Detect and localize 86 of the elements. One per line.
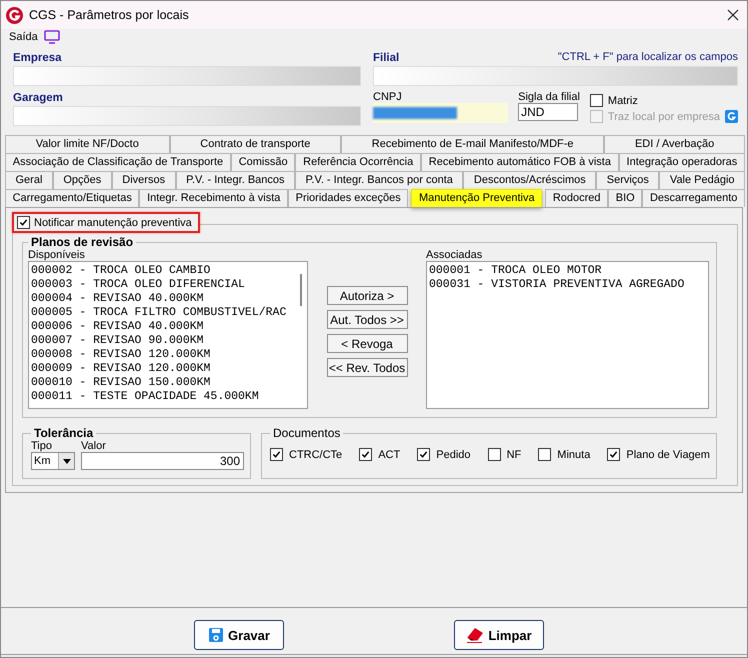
tab[interactable]: Serviços (596, 171, 660, 189)
list-item[interactable]: 000006 - REVISAO 40.000KM (31, 320, 293, 334)
tab[interactable]: Integração operadoras (618, 153, 746, 171)
list-item[interactable]: 000007 - REVISAO 90.000KM (31, 334, 293, 348)
field-label: Empresa (13, 51, 63, 66)
list-box[interactable]: 000001 - TROCA OLEO MOTOR 000031 - VISTORIA PREVENTIVA AGREGADO (426, 261, 709, 409)
dropdown[interactable]: Km (31, 452, 75, 470)
tab[interactable]: Referência Ocorrência (295, 153, 421, 171)
field-label: Tipo (31, 440, 53, 452)
tab[interactable]: P.V. - Integr. Bancos por conta (295, 171, 464, 189)
field-label: Filial (373, 51, 400, 66)
tab[interactable]: Geral (5, 171, 53, 189)
list-item[interactable]: 000002 - TROCA OLEO CAMBIO (31, 264, 293, 278)
checkbox[interactable] (590, 94, 603, 107)
tab[interactable]: Associação de Classificação de Transporte (5, 153, 231, 171)
tab[interactable]: Carregamento/Etiquetas (5, 189, 140, 207)
group-title: Documentos (272, 426, 342, 440)
checkbox[interactable] (359, 448, 372, 461)
list-item[interactable]: 000003 - TROCA OLEO DIFERENCIAL (31, 278, 293, 292)
list-label: Associadas (426, 249, 484, 261)
move-button[interactable]: Autoriza > (326, 286, 408, 305)
tab[interactable]: Valor limite NF/Docto (5, 135, 170, 153)
window-title: CGS - Parâmetros por locais (29, 8, 190, 22)
field-label: Sigla da filial (518, 91, 580, 103)
checkbox-label: Notificar manutenção preventiva (34, 216, 192, 228)
tab[interactable]: Contrato de transporte (170, 135, 342, 153)
tab[interactable]: BIO (608, 189, 642, 207)
tab[interactable]: Recebimento automático FOB à vista (421, 153, 619, 171)
app-logo-icon (6, 6, 23, 24)
input-field[interactable]: 300 (81, 452, 244, 470)
checkbox-label: Traz local por empresa (608, 110, 720, 122)
app-logo-icon[interactable] (725, 110, 738, 123)
checkbox[interactable] (488, 448, 501, 461)
checkbox[interactable] (538, 448, 552, 461)
tab[interactable]: Descontos/Acréscimos (463, 171, 596, 189)
scrollbar-thumb[interactable] (300, 274, 302, 306)
group-title: Tolerância (33, 426, 94, 440)
tab[interactable]: Comissão (230, 153, 296, 171)
field-label: CNPJ (373, 91, 403, 103)
tab[interactable]: Prioridades exceções (288, 189, 408, 207)
list-item[interactable]: 000010 - REVISAO 150.000KM (31, 376, 293, 390)
tab[interactable]: Diversos (112, 171, 176, 189)
tab[interactable]: Vale Pedágio (659, 171, 746, 189)
checkbox-label: ACT (378, 448, 400, 460)
list-item[interactable]: 000011 - TESTE OPACIDADE 45.000KM (31, 390, 293, 404)
checkbox[interactable] (607, 448, 620, 461)
checkbox-label: Plano de Viagem (626, 448, 710, 460)
list-item[interactable]: 000005 - TROCA FILTRO COMBUSTIVEL/RAC (31, 306, 293, 320)
checkbox-label: Pedido (436, 448, 471, 460)
caret-icon (62, 458, 70, 464)
checkbox-label: NF (506, 448, 522, 460)
field-label: Garagem (13, 91, 64, 106)
checkbox[interactable] (417, 448, 430, 461)
list-label: Disponíveis (28, 249, 86, 261)
list-box[interactable] (28, 261, 308, 409)
checkbox[interactable] (270, 448, 283, 461)
list-item[interactable]: 000031 - VISTORIA PREVENTIVA AGREGADO (429, 278, 706, 292)
save-button[interactable]: Gravar (194, 620, 284, 650)
close-icon[interactable] (727, 9, 739, 21)
tab[interactable]: Recebimento de E-mail Manifesto/MDF-e (341, 135, 604, 153)
tab[interactable]: Rodocred (545, 189, 608, 207)
tab[interactable]: P.V. - Integr. Bancos (176, 171, 296, 189)
group-title: Planos de revisão (30, 235, 134, 249)
checkbox[interactable] (17, 216, 30, 229)
menu-item[interactable]: Saída (9, 31, 38, 43)
tab[interactable]: EDI / Averbação (604, 135, 745, 153)
monitor-icon[interactable] (44, 30, 60, 44)
move-button[interactable]: Aut. Todos >> (326, 310, 408, 329)
checkbox-label: Matriz (608, 94, 638, 106)
list-item[interactable]: 000004 - REVISAO 40.000KM (31, 292, 293, 306)
list-item[interactable]: 000001 - TROCA OLEO MOTOR (429, 264, 706, 278)
checkbox-label: Minuta (557, 448, 590, 460)
move-button[interactable]: << Rev. Todos (326, 358, 408, 377)
tab[interactable]: Opções (52, 171, 112, 189)
tab[interactable]: Descarregamento (642, 189, 746, 207)
clear-button[interactable]: Limpar (454, 620, 544, 650)
field-label: Valor (81, 440, 107, 452)
move-button[interactable]: < Revoga (326, 334, 408, 353)
list-item[interactable]: 000008 - REVISAO 120.000KM (31, 348, 293, 362)
list-item[interactable]: 000009 - REVISAO 120.000KM (31, 362, 293, 376)
tab[interactable]: Integr. Recebimento à vista (139, 189, 288, 207)
hint-text: "CTRL + F" para localizar os campos (558, 51, 738, 65)
tab[interactable]: Manutenção Preventiva (411, 189, 542, 207)
checkbox-label: CTRC/CTe (289, 448, 342, 460)
eraser-icon (466, 627, 484, 643)
input-field[interactable]: JND (518, 103, 578, 121)
